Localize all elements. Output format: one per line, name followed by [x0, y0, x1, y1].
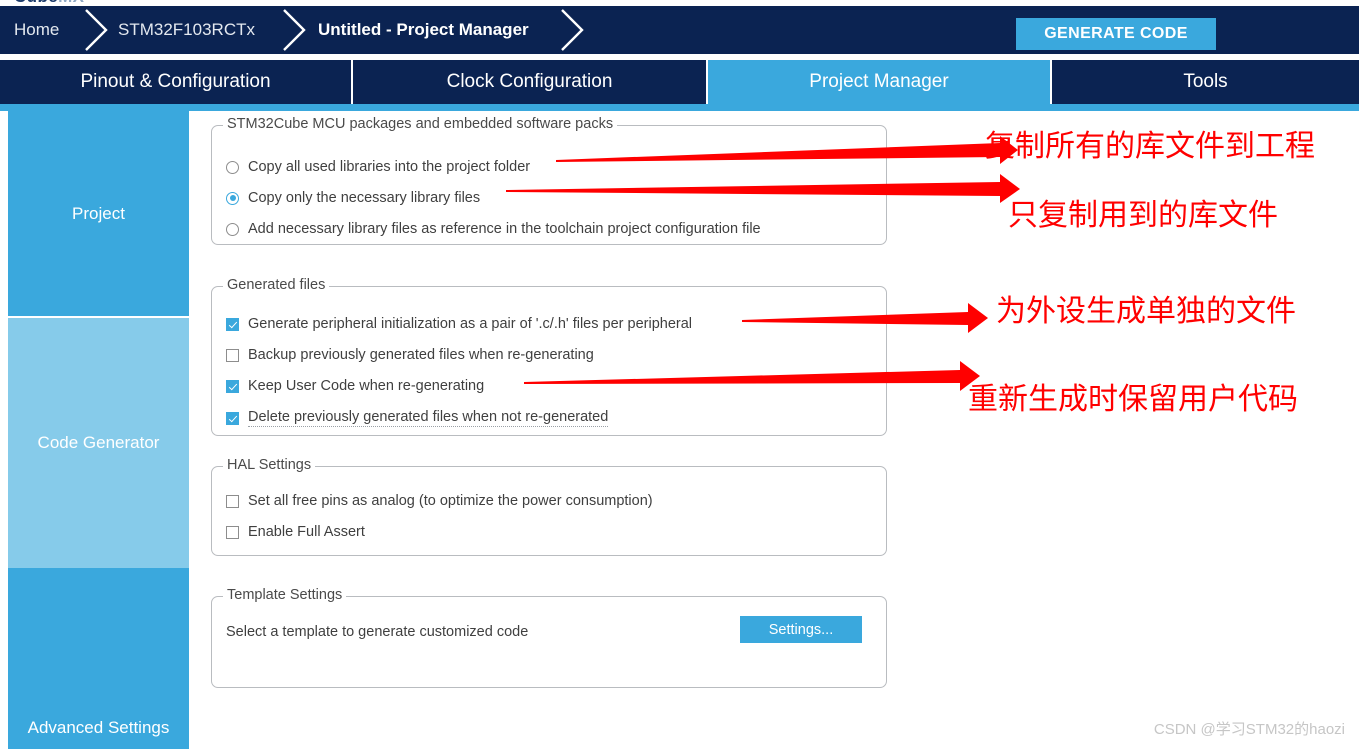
- breadcrumb-chevron-icon-2: [278, 6, 312, 54]
- checkbox-icon-delete-previously-generated: [226, 411, 239, 425]
- group-hal-settings: HAL Settings Set all free pins as analog…: [211, 457, 887, 556]
- template-settings-button[interactable]: Settings...: [740, 616, 862, 643]
- radio-copy-all-libraries[interactable]: Copy all used libraries into the project…: [226, 159, 530, 175]
- radio-label-add-as-reference: Add necessary library files as reference…: [248, 221, 761, 237]
- checkbox-label-backup-previously-generated: Backup previously generated files when r…: [248, 347, 594, 363]
- tab-pinout-configuration[interactable]: Pinout & Configuration: [0, 60, 353, 104]
- checkbox-icon-generate-peripheral-init: [226, 317, 239, 331]
- tab-tools[interactable]: Tools: [1052, 60, 1359, 104]
- checkbox-label-keep-user-code: Keep User Code when re-generating: [248, 378, 485, 394]
- checkbox-label-enable-full-assert: Enable Full Assert: [248, 524, 365, 540]
- checkbox-backup-previously-generated[interactable]: Backup previously generated files when r…: [226, 347, 594, 363]
- code-generator-panel: STM32Cube MCU packages and embedded soft…: [189, 111, 1359, 751]
- sidebar-item-label-advanced-settings: Advanced Settings: [27, 718, 170, 737]
- breadcrumb-bar: Home STM32F103RCTx Untitled - Project Ma…: [0, 6, 1359, 54]
- checkbox-set-free-pins-analog[interactable]: Set all free pins as analog (to optimize…: [226, 493, 653, 509]
- main-tab-bar: Pinout & Configuration Clock Configurati…: [0, 60, 1359, 104]
- radio-label-copy-only-necessary: Copy only the necessary library files: [248, 190, 481, 206]
- breadcrumb-chevron-icon-1: [80, 6, 114, 54]
- sidebar-item-label-code-generator: Code Generator: [37, 433, 160, 452]
- checkbox-icon-set-free-pins-analog: [226, 494, 239, 508]
- checkbox-enable-full-assert[interactable]: Enable Full Assert: [226, 524, 365, 540]
- group-generated-files-legend: Generated files: [223, 277, 330, 293]
- breadcrumb-item-home[interactable]: Home: [14, 6, 59, 54]
- checkbox-label-set-free-pins-analog: Set all free pins as analog (to optimize…: [248, 493, 653, 509]
- checkbox-label-delete-previously-generated: Delete previously generated files when n…: [248, 409, 609, 427]
- sidebar-item-advanced-settings[interactable]: Advanced Settings: [8, 568, 189, 749]
- checkbox-icon-backup-previously-generated: [226, 348, 239, 362]
- checkbox-label-generate-peripheral-init: Generate peripheral initialization as a …: [248, 316, 692, 332]
- tab-active-underline: [0, 104, 1359, 111]
- project-manager-sidebar: Project Code Generator Advanced Settings: [8, 111, 189, 751]
- group-template-settings: Template Settings Select a template to g…: [211, 587, 887, 688]
- checkbox-delete-previously-generated[interactable]: Delete previously generated files when n…: [226, 409, 609, 427]
- radio-icon-copy-only-necessary: [226, 191, 239, 205]
- radio-add-as-reference[interactable]: Add necessary library files as reference…: [226, 221, 761, 237]
- sidebar-item-project[interactable]: Project: [8, 111, 189, 318]
- group-generated-files: Generated files Generate peripheral init…: [211, 277, 887, 436]
- checkbox-icon-keep-user-code: [226, 379, 239, 393]
- template-settings-description: Select a template to generate customized…: [226, 624, 529, 640]
- radio-label-copy-all: Copy all used libraries into the project…: [248, 159, 531, 175]
- checkbox-icon-enable-full-assert: [226, 525, 239, 539]
- checkbox-keep-user-code[interactable]: Keep User Code when re-generating: [226, 378, 484, 394]
- checkbox-generate-peripheral-init[interactable]: Generate peripheral initialization as a …: [226, 316, 692, 332]
- generate-code-button[interactable]: GENERATE CODE: [1016, 18, 1216, 50]
- radio-icon-add-as-reference: [226, 222, 239, 236]
- sidebar-item-label-project: Project: [72, 203, 125, 223]
- group-mcu-packages: STM32Cube MCU packages and embedded soft…: [211, 116, 887, 245]
- csdn-watermark: CSDN @学习STM32的haozi: [1153, 721, 1345, 738]
- radio-copy-only-necessary[interactable]: Copy only the necessary library files: [226, 190, 480, 206]
- breadcrumb-chevron-icon-3: [556, 6, 590, 54]
- tab-project-manager[interactable]: Project Manager: [708, 60, 1052, 104]
- radio-icon-copy-all: [226, 160, 239, 174]
- group-mcu-packages-legend: STM32Cube MCU packages and embedded soft…: [223, 116, 618, 132]
- breadcrumb-item-current[interactable]: Untitled - Project Manager: [318, 6, 529, 54]
- breadcrumb-item-mcu[interactable]: STM32F103RCTx: [118, 6, 255, 54]
- tab-clock-configuration[interactable]: Clock Configuration: [353, 60, 708, 104]
- group-hal-settings-legend: HAL Settings: [223, 457, 316, 473]
- sidebar-item-code-generator[interactable]: Code Generator: [8, 318, 189, 568]
- group-template-settings-legend: Template Settings: [223, 587, 347, 603]
